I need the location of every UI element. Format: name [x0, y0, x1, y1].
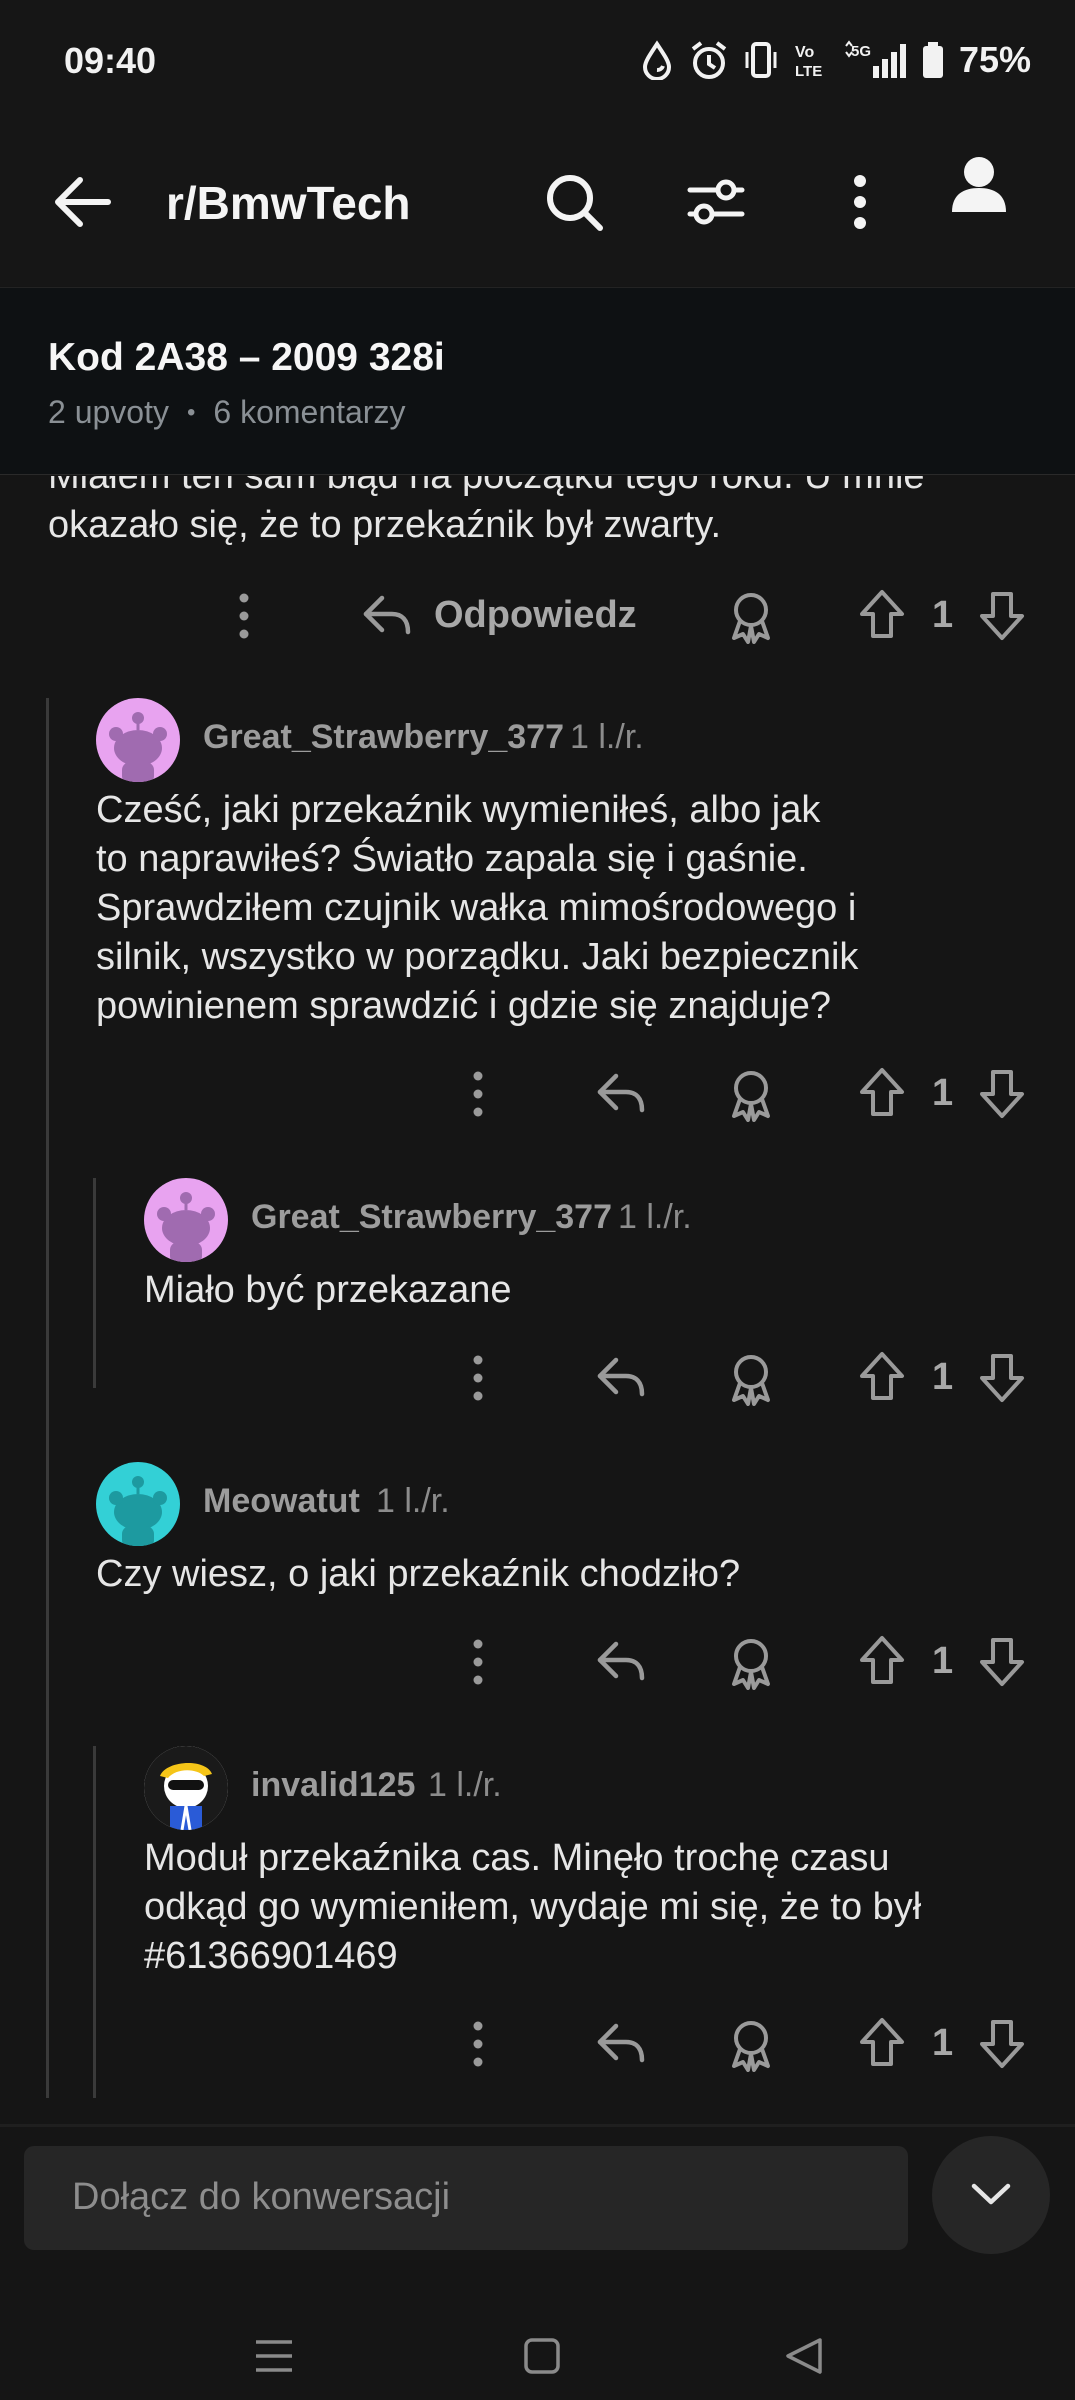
join-conversation-input[interactable]: Dołącz do konwersacji [24, 2146, 908, 2250]
more-options-icon[interactable] [232, 592, 256, 640]
comment-username[interactable]: invalid125 [251, 1766, 415, 1805]
award-icon[interactable] [728, 2018, 774, 2072]
next-comment-button[interactable] [932, 2136, 1050, 2254]
award-icon[interactable] [728, 1352, 774, 1406]
award-icon[interactable] [728, 1068, 774, 1122]
status-bar: 09:40 Vo LTE 5G 75% [0, 0, 1075, 120]
comment-body: Miało być przekazane [144, 1269, 512, 1311]
subreddit-name[interactable]: r/BmwTech [166, 176, 411, 230]
comment-actions: 1 [0, 1348, 1075, 1408]
post-title: Kod 2A38 – 2009 328i [48, 336, 445, 379]
back-icon[interactable] [784, 2336, 824, 2376]
more-options-icon[interactable] [466, 1070, 490, 1118]
bottom-area: Dołącz do konwersacji [0, 2124, 1075, 2400]
vote-count: 1 [932, 1072, 954, 1114]
vote-count: 1 [932, 594, 954, 636]
reply-icon[interactable] [596, 1354, 646, 1400]
status-icons: Vo LTE 5G 75% [639, 34, 1031, 86]
post-upvotes: 2 upvoty [48, 394, 169, 430]
vote-count: 1 [932, 1640, 954, 1682]
award-icon[interactable] [728, 1636, 774, 1690]
battery-icon [922, 42, 943, 78]
comment-actions: 1 [0, 1632, 1075, 1692]
system-nav-bar [0, 2314, 1075, 2400]
upvote-icon[interactable] [858, 1066, 906, 1118]
comment-username[interactable]: Meowatut [203, 1482, 360, 1521]
comment-username[interactable]: Great_Strawberry_377 [203, 718, 564, 757]
downvote-icon[interactable] [978, 1352, 1026, 1404]
sort-filter-icon[interactable] [686, 176, 746, 228]
post-meta: 2 upvoty • 6 komentarzy [48, 394, 405, 431]
status-time: 09:40 [64, 40, 157, 81]
reply-icon[interactable] [596, 1070, 646, 1116]
avatar[interactable] [144, 1178, 228, 1262]
reply-icon[interactable] [362, 592, 412, 638]
downvote-icon[interactable] [978, 2018, 1026, 2070]
signal-5g-icon: 5G [845, 40, 906, 78]
post-comment-count: 6 komentarzy [213, 394, 406, 430]
avatar[interactable] [144, 1746, 228, 1830]
battery-percent: 75% [958, 39, 1031, 80]
custom-avatar-icon [144, 1746, 228, 1830]
avatar[interactable] [96, 698, 180, 782]
app-bar: r/BmwTech [0, 120, 1075, 286]
comment-username[interactable]: Great_Strawberry_377 [251, 1198, 612, 1237]
comment-body: Czy wiesz, o jaki przekaźnik chodziło? [96, 1553, 741, 1595]
reply-icon[interactable] [596, 1638, 646, 1684]
more-options-icon[interactable] [466, 1354, 490, 1402]
downvote-icon[interactable] [978, 1068, 1026, 1120]
search-icon[interactable] [544, 172, 604, 232]
comment-age: 1 l./r. [376, 1482, 450, 1520]
reply-icon[interactable] [596, 2020, 646, 2066]
comment-actions: 1 [0, 2014, 1075, 2074]
more-options-icon[interactable] [466, 2020, 490, 2068]
more-options-icon[interactable] [466, 1638, 490, 1686]
upvote-icon[interactable] [858, 2016, 906, 2068]
alarm-icon [691, 41, 727, 79]
award-icon[interactable] [728, 590, 774, 644]
comment-age: 1 l./r. [618, 1198, 692, 1236]
meta-separator: • [186, 398, 196, 426]
more-options-icon[interactable] [850, 174, 870, 230]
user-profile-icon[interactable] [950, 154, 1008, 214]
downvote-icon[interactable] [978, 1636, 1026, 1688]
svg-text:LTE: LTE [795, 63, 822, 80]
comments-list: Miałem ten sam błąd na początku tego rok… [0, 476, 1075, 2124]
divider [0, 2124, 1075, 2127]
vibrate-icon [745, 42, 777, 78]
recent-apps-icon[interactable] [254, 2336, 294, 2376]
svg-text:5G: 5G [851, 43, 871, 60]
back-arrow-icon[interactable] [52, 176, 112, 228]
home-icon[interactable] [522, 2336, 562, 2376]
upvote-icon[interactable] [858, 1350, 906, 1402]
chevron-down-icon [971, 2183, 1011, 2205]
snoo-avatar-icon [109, 712, 167, 782]
comment-age: 1 l./r. [428, 1766, 502, 1804]
compose-placeholder: Dołącz do konwersacji [72, 2176, 451, 2218]
comment-actions: 1 [0, 1064, 1075, 1124]
reply-button[interactable]: Odpowiedz [434, 594, 637, 637]
svg-text:Vo: Vo [795, 44, 814, 61]
vote-count: 1 [932, 2022, 954, 2064]
comment-body: Cześć, jaki przekaźnik wymieniłeś, albo … [96, 789, 859, 1027]
data-saver-icon [642, 40, 671, 80]
upvote-icon[interactable] [858, 588, 906, 640]
avatar[interactable] [96, 1462, 180, 1546]
comment-body: Moduł przekaźnika cas. Minęło trochę cza… [144, 1837, 922, 1977]
downvote-icon[interactable] [978, 590, 1026, 642]
comment-age: 1 l./r. [570, 718, 644, 756]
vote-count: 1 [932, 1356, 954, 1398]
upvote-icon[interactable] [858, 1634, 906, 1686]
snoo-avatar-icon [109, 1476, 167, 1546]
post-header[interactable]: Kod 2A38 – 2009 328i 2 upvoty • 6 koment… [0, 287, 1075, 475]
volte-icon: Vo LTE [795, 44, 822, 80]
comment-actions: Odpowiedz 1 [0, 586, 1075, 646]
snoo-avatar-icon [157, 1192, 215, 1262]
comment-body: Miałem ten sam błąd na początku tego rok… [48, 476, 925, 546]
